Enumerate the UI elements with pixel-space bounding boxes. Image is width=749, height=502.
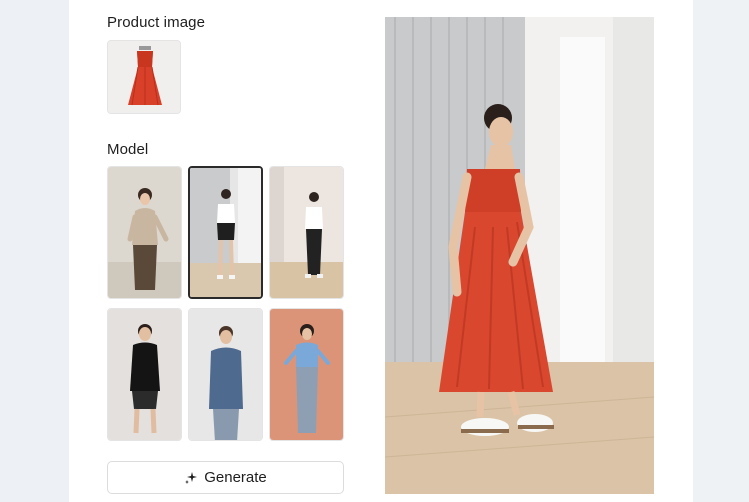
model-image-6 — [270, 309, 343, 440]
product-image-title: Product image — [107, 14, 206, 31]
model-title: Model — [107, 141, 149, 158]
right-gutter — [693, 0, 749, 502]
sparkle-icon — [185, 471, 198, 484]
red-dress-image — [108, 41, 180, 113]
model-image-5 — [189, 309, 262, 440]
model-option-5[interactable] — [188, 308, 263, 441]
model-image-3 — [270, 167, 343, 298]
model-image-4 — [108, 309, 181, 440]
generate-label: Generate — [204, 469, 267, 486]
model-option-6[interactable] — [269, 308, 344, 441]
result-preview-image — [385, 17, 654, 494]
model-option-1[interactable] — [107, 166, 182, 299]
model-option-2[interactable] — [188, 166, 263, 299]
model-option-3[interactable] — [269, 166, 344, 299]
product-image-thumbnail[interactable] — [107, 40, 181, 114]
model-image-1 — [108, 167, 181, 298]
generated-model-photo — [385, 17, 654, 494]
generate-button[interactable]: Generate — [107, 461, 344, 494]
model-option-4[interactable] — [107, 308, 182, 441]
model-image-2 — [190, 168, 261, 297]
